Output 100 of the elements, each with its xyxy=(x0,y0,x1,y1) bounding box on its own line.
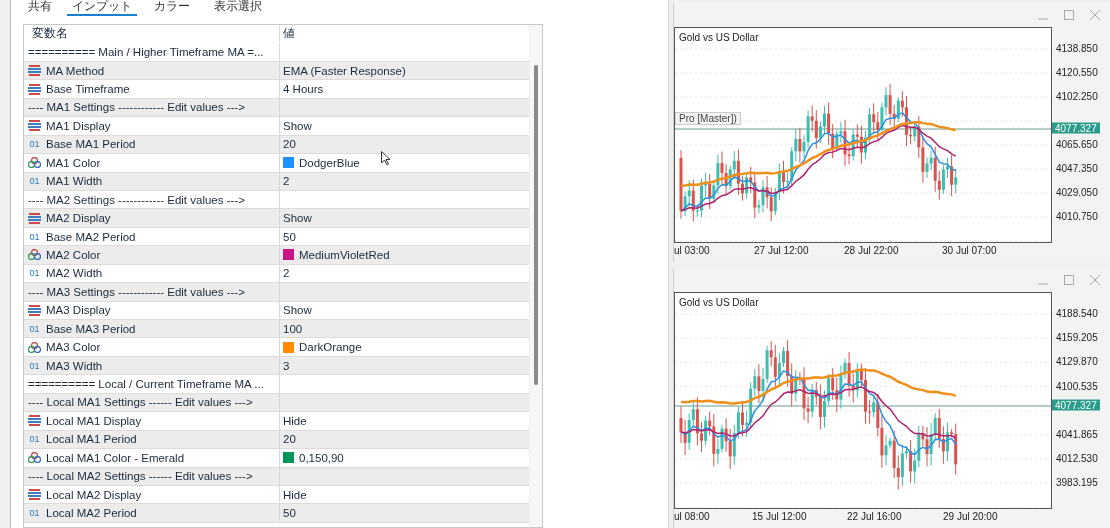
section-label: ---- MA2 Settings ------------ Edit values ---> xyxy=(28,193,245,206)
maximize-icon[interactable] xyxy=(1064,275,1074,285)
parameter-value[interactable]: 50 xyxy=(283,507,296,520)
parameter-value[interactable]: 2 xyxy=(283,267,290,280)
list-icon xyxy=(28,212,41,224)
price-label: 4100.535 xyxy=(1056,380,1098,392)
parameter-value[interactable]: DarkOrange xyxy=(299,341,362,354)
list-icon xyxy=(28,489,41,501)
parameter-name: Base MA2 Period xyxy=(46,230,136,243)
time-label: ul 08:00 xyxy=(674,511,710,522)
palette-icon xyxy=(28,249,41,261)
price-label: 4010.750 xyxy=(1056,210,1098,222)
scrollbar[interactable] xyxy=(529,25,542,527)
parameter-value[interactable]: 100 xyxy=(283,322,303,335)
parameter-name: MA3 Color xyxy=(46,341,101,354)
price-label: 4120.550 xyxy=(1056,66,1098,78)
symbol-label: Gold vs US Dollar xyxy=(679,297,759,308)
palette-icon xyxy=(28,157,41,169)
parameter-name: Base MA1 Period xyxy=(46,138,136,151)
list-icon xyxy=(28,415,41,427)
price-label: 4159.205 xyxy=(1056,331,1098,343)
integer-icon: 01 xyxy=(28,508,41,519)
section-label: ========== Main / Higher Timeframe MA =... xyxy=(28,46,264,59)
section-label: ========== Local / Current Timeframe MA ... xyxy=(28,378,264,391)
parameter-value[interactable]: 2 xyxy=(283,175,290,188)
parameter-name: MA2 Width xyxy=(46,267,103,280)
time-label: ul 03:00 xyxy=(674,245,710,256)
integer-icon: 01 xyxy=(28,268,41,279)
parameter-name: Local MA1 Display xyxy=(46,414,142,427)
tab[interactable]: カラー xyxy=(149,0,195,16)
list-icon xyxy=(28,120,41,132)
parameter-name: Base MA3 Period xyxy=(46,322,136,335)
integer-icon: 01 xyxy=(28,323,41,334)
parameter-value[interactable]: 20 xyxy=(283,433,296,446)
time-label: 29 Jul 20:00 xyxy=(943,511,998,522)
price-label: 4102.250 xyxy=(1056,90,1098,102)
price-label: 4129.870 xyxy=(1056,355,1098,367)
price-label: 4065.650 xyxy=(1056,138,1098,150)
integer-icon: 01 xyxy=(28,360,41,371)
section-label: ---- Local MA2 Settings ------ Edit values ---> xyxy=(28,470,253,483)
parameter-value[interactable]: 0,150,90 xyxy=(299,451,344,464)
close-icon[interactable] xyxy=(1090,275,1100,285)
parameter-value[interactable]: Show xyxy=(283,304,312,317)
parameter-name: MA1 Width xyxy=(46,175,103,188)
symbol-label: Gold vs US Dollar xyxy=(679,32,759,43)
parameter-value[interactable]: DodgerBlue xyxy=(299,156,360,169)
parameter-value[interactable]: Show xyxy=(283,119,312,132)
tab[interactable]: 共有 xyxy=(23,0,57,16)
price-label: 4047.350 xyxy=(1056,162,1098,174)
parameter-name: MA3 Width xyxy=(46,359,103,372)
integer-icon: 01 xyxy=(28,231,41,242)
parameter-value[interactable]: Hide xyxy=(283,488,307,501)
parameter-name: Local MA1 Color - Emerald xyxy=(46,451,185,464)
parameter-value[interactable]: 3 xyxy=(283,359,290,372)
time-label: 15 Jul 12:00 xyxy=(752,511,807,522)
price-label: 4138.850 xyxy=(1056,42,1098,54)
palette-icon xyxy=(28,341,41,353)
close-icon[interactable] xyxy=(1090,10,1100,20)
parameter-name: MA1 Color xyxy=(46,156,101,169)
parameter-name: MA3 Display xyxy=(46,304,111,317)
list-icon xyxy=(28,304,41,316)
time-label: 28 Jul 22:00 xyxy=(844,245,899,256)
parameter-value[interactable]: 50 xyxy=(283,230,296,243)
parameter-name: Base Timeframe xyxy=(46,83,130,96)
tab[interactable]: 表示選択 xyxy=(209,0,267,16)
section-label: ---- MA3 Settings ------------ Edit values ---> xyxy=(28,285,245,298)
parameter-value[interactable]: Show xyxy=(283,212,312,225)
parameter-value[interactable]: EMA (Faster Response) xyxy=(283,64,406,77)
time-label: 27 Jul 12:00 xyxy=(754,245,809,256)
parameter-name: Local MA1 Period xyxy=(46,433,137,446)
integer-icon: 01 xyxy=(28,139,41,150)
parameter-name: MA2 Color xyxy=(46,248,101,261)
parameter-value[interactable]: 20 xyxy=(283,138,296,151)
parameter-name: Local MA2 Display xyxy=(46,488,142,501)
time-label: 22 Jul 16:00 xyxy=(847,511,902,522)
parameter-name: MA2 Display xyxy=(46,212,111,225)
parameter-name: Local MA2 Period xyxy=(46,507,137,520)
current-price-badge: 4077.327 xyxy=(1052,399,1100,411)
parameter-name: MA1 Display xyxy=(46,119,111,132)
parameter-value[interactable]: 4 Hours xyxy=(283,83,324,96)
parameter-name: MA Method xyxy=(46,64,105,77)
current-price-badge: 4077.327 xyxy=(1052,122,1100,134)
price-label: 4041.865 xyxy=(1056,428,1098,440)
parameter-value[interactable]: Hide xyxy=(283,414,307,427)
section-label: ---- MA1 Settings ------------ Edit values ---> xyxy=(28,101,245,114)
parameter-value[interactable]: MediumVioletRed xyxy=(299,248,390,261)
palette-icon xyxy=(28,452,41,464)
indicator-label: Pro [Master]) xyxy=(675,112,741,125)
list-icon xyxy=(28,65,41,77)
tab[interactable]: インプット xyxy=(67,0,137,16)
maximize-icon[interactable] xyxy=(1064,10,1074,20)
price-label: 3983.195 xyxy=(1056,476,1098,488)
integer-icon: 01 xyxy=(28,434,41,445)
price-label: 4029.050 xyxy=(1056,186,1098,198)
time-label: 30 Jul 07:00 xyxy=(942,245,997,256)
list-icon xyxy=(28,83,41,95)
price-label: 4188.540 xyxy=(1056,307,1098,319)
price-label: 4012.530 xyxy=(1056,452,1098,464)
section-label: ---- Local MA1 Settings ------ Edit values ---> xyxy=(28,396,253,409)
column-header: 値 xyxy=(283,26,295,42)
